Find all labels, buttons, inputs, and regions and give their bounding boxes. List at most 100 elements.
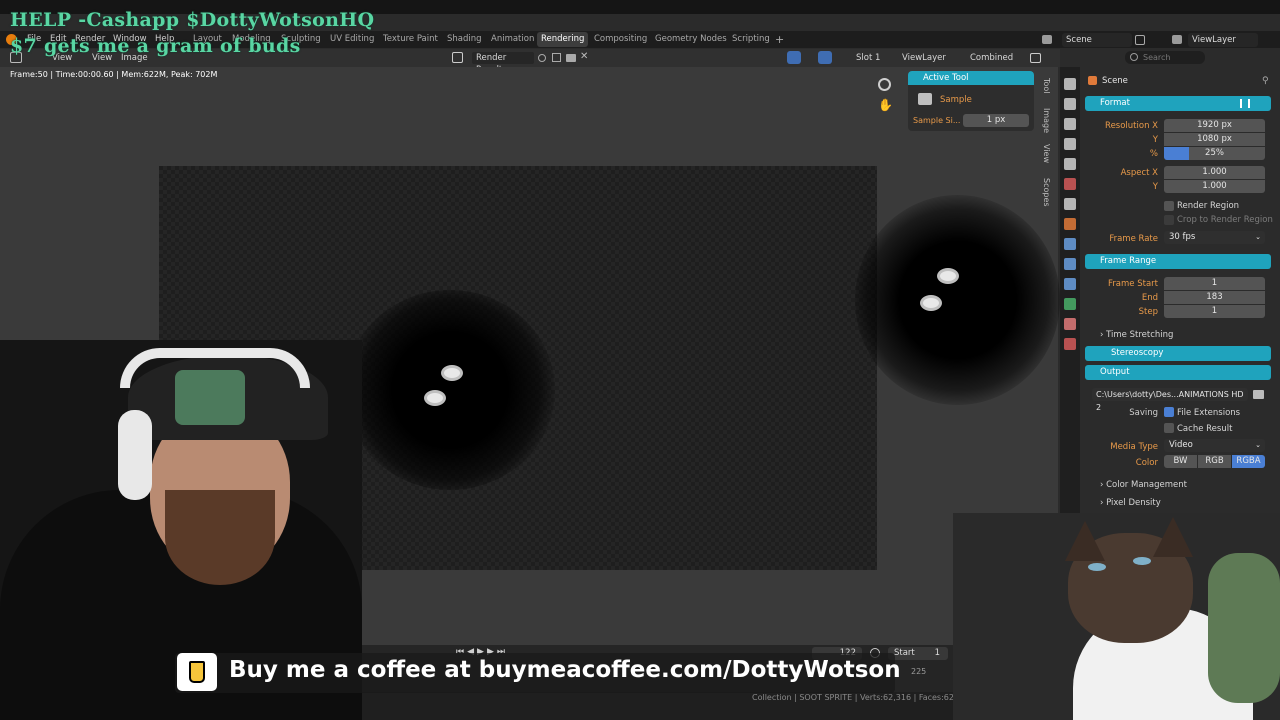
res-x-label: Resolution X [1105,121,1158,131]
cashapp-overlay-line2: $7 gets me a gram of buds [10,35,301,57]
cache-result-checkbox[interactable] [1164,423,1174,433]
properties-modifier-tab-icon[interactable] [1064,238,1076,250]
sidebar-tab-image[interactable]: Image [1042,108,1051,133]
active-tool-title: Active Tool [923,73,969,83]
color-management-label: Color Management [1106,480,1187,490]
workspace-tab-scripting[interactable]: Scripting [728,32,774,47]
color-rgb-button[interactable]: RGB [1198,455,1231,468]
sample-tool-icon[interactable] [918,93,932,105]
zoom-icon[interactable] [878,78,891,91]
output-path-field[interactable]: C:\Users\dotty\Des...ANIMATIONS HD 2 [1092,388,1248,412]
cat-eye-right [1133,557,1151,565]
workspace-tab-rendering[interactable]: Rendering [537,32,589,47]
layer-selector[interactable]: ViewLayer [902,52,946,64]
sidebar-tab-scopes[interactable]: Scopes [1042,178,1051,207]
pixel-density-subpanel[interactable]: › Pixel Density [1100,498,1161,508]
close-icon[interactable]: ✕ [580,51,588,62]
frame-rate-dropdown[interactable]: 30 fps ⌄ [1164,231,1265,244]
cat-eye-left [1088,563,1106,571]
res-y-field[interactable]: 1080 px [1164,133,1265,146]
open-folder-icon[interactable] [566,54,576,62]
folder-icon[interactable] [1253,390,1264,399]
duplicate-icon[interactable] [552,53,561,62]
stereoscopy-title: Stereoscopy [1111,348,1164,358]
pass-selector[interactable]: Combined [970,52,1013,64]
properties-object-tab-icon[interactable] [1064,218,1076,230]
properties-material-tab-icon[interactable] [1064,338,1076,350]
properties-output-tab-icon[interactable] [1064,118,1076,130]
sample-tool-label[interactable]: Sample [940,95,972,105]
res-pct-field[interactable]: 25% [1164,147,1265,160]
frame-start-field[interactable]: 1 [1164,277,1265,290]
headphones-band [120,348,310,388]
sidebar-tab-tool[interactable]: Tool [1042,78,1051,94]
viewlayer-icon [1172,35,1182,44]
pan-hand-icon[interactable]: ✋ [878,98,893,112]
workspace-tab-animation[interactable]: Animation [487,32,538,47]
chevron-down-icon-2: ⌄ [1255,441,1261,449]
scene-selector[interactable]: Scene [1062,33,1132,47]
soot-sprite-image-2 [855,195,1060,405]
render-region-label: Render Region [1177,201,1240,211]
properties-tool-tab-icon[interactable] [1064,78,1076,90]
soot-eye-left [424,390,446,406]
res-pct-value: 25% [1205,148,1224,158]
properties-world-tab-icon[interactable] [1064,178,1076,190]
res-pct-label: % [1149,149,1158,159]
properties-render-tab-icon[interactable] [1064,98,1076,110]
timeline-end-marker: 225 [911,667,927,676]
new-scene-icon[interactable] [1135,35,1145,45]
res-x-field[interactable]: 1920 px [1164,119,1265,132]
time-stretching-subpanel[interactable]: › Time Stretching [1100,330,1173,340]
workspace-tab-shading[interactable]: Shading [443,32,486,47]
aspect-y-field[interactable]: 1.000 [1164,180,1265,193]
image-browse-icon[interactable] [452,52,463,63]
soot-eye-right [441,365,463,381]
step-label: Step [1138,307,1158,317]
file-extensions-checkbox[interactable] [1164,407,1174,417]
active-tool-header[interactable]: Active Tool [908,71,1034,85]
render-result-name[interactable]: Render Result [472,52,534,75]
pin-icon[interactable]: ⚲ [1262,76,1269,86]
output-panel-header[interactable]: Output [1085,365,1271,380]
add-workspace-icon[interactable]: + [775,33,784,46]
cat-ear-left [1065,521,1105,561]
frame-rate-label: Frame Rate [1109,234,1158,244]
properties-collection-tab-icon[interactable] [1064,198,1076,210]
color-bw-button[interactable]: BW [1164,455,1197,468]
render-region-checkbox[interactable] [1164,201,1174,211]
gizmo-toggle-icon[interactable] [787,51,801,64]
cashapp-overlay-line1: HELP -Cashapp $DottyWotsonHQ [10,9,375,31]
properties-physics-tab-icon[interactable] [1064,278,1076,290]
frame-range-panel-header[interactable]: Frame Range [1085,254,1271,269]
crop-checkbox[interactable] [1164,215,1174,225]
slot-selector[interactable]: Slot 1 [856,52,880,64]
frame-info-text: Frame:50 | Time:00:00.60 | Mem:622M, Pea… [10,70,218,79]
properties-scene-tab-icon[interactable] [1064,158,1076,170]
properties-view-layer-tab-icon[interactable] [1064,138,1076,150]
step-field[interactable]: 1 [1164,305,1265,318]
soot-eye-right-2 [937,268,959,284]
display-channels-icon[interactable] [1030,53,1041,63]
media-type-label: Media Type [1110,442,1158,452]
res-y-label: Y [1152,135,1158,145]
end-field[interactable]: 183 [1164,291,1265,304]
properties-particles-tab-icon[interactable] [1064,258,1076,270]
viewlayer-selector[interactable]: ViewLayer [1188,33,1258,47]
sidebar-tab-view[interactable]: View [1042,144,1051,163]
properties-constraints-tab-icon[interactable] [1064,298,1076,310]
aspect-x-field[interactable]: 1.000 [1164,166,1265,179]
color-management-subpanel[interactable]: › Color Management [1100,480,1187,490]
workspace-tab-geometry-nodes[interactable]: Geometry Nodes [651,32,731,47]
media-type-dropdown[interactable]: Video ⌄ [1164,439,1265,452]
workspace-tab-texture-paint[interactable]: Texture Paint [379,32,442,47]
fake-user-icon[interactable] [538,54,546,62]
overlay-toggle-icon[interactable] [818,51,832,64]
stereoscopy-panel-header[interactable]: Stereoscopy [1085,346,1271,361]
properties-data-tab-icon[interactable] [1064,318,1076,330]
workspace-tab-compositing[interactable]: Compositing [590,32,651,47]
presets-icon[interactable] [1240,99,1250,108]
sample-size-field[interactable]: 1 px [963,114,1029,127]
color-rgba-button[interactable]: RGBA [1232,455,1265,468]
workspace-tab-uv-editing[interactable]: UV Editing [326,32,378,47]
